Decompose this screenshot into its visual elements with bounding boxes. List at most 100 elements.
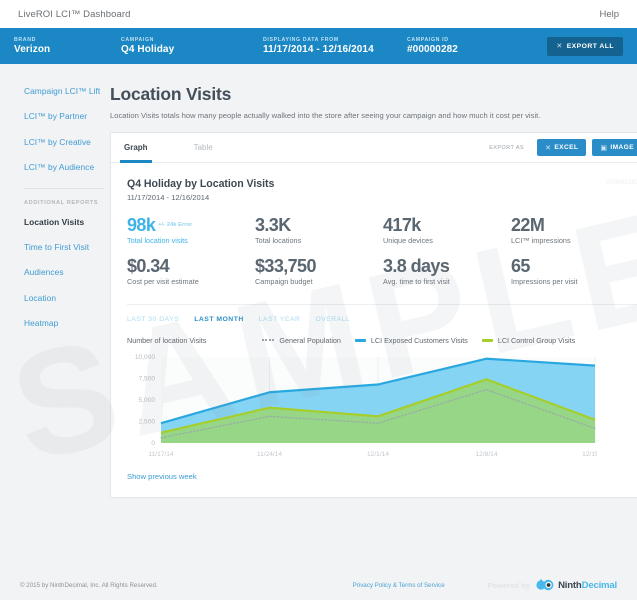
kpi-label: Avg. time to first visit <box>383 276 450 286</box>
date-range-value: 11/17/2014 - 12/16/2014 <box>263 44 374 55</box>
kpi-total-locations: 3.3K Total locations <box>255 216 383 245</box>
top-bar: LiveROI LCI™ Dashboard Help <box>0 0 637 28</box>
kpi-value: 417k <box>383 215 421 235</box>
campaign-label: CAMPAIGN <box>121 37 155 43</box>
kpi-error: +/- 24k Error <box>158 222 193 228</box>
export-all-label: EXPORT ALL <box>566 42 614 50</box>
sidebar-item-location[interactable]: Location <box>24 293 104 303</box>
kpi-label: Total location visits <box>127 235 188 245</box>
brand-label: BRAND <box>14 37 36 43</box>
legend-item-general-population: General Population <box>262 336 341 345</box>
range-overall[interactable]: OVERALL <box>315 316 350 323</box>
chart-x-tick: 12/1/14 <box>367 451 389 458</box>
kpi-value: 3.8 days <box>383 255 450 276</box>
excel-icon: ✕ <box>556 43 563 50</box>
legend-label: General Population <box>279 335 341 345</box>
date-range-label: DISPLAYING DATA FROM <box>263 37 339 43</box>
card-tab-bar: Graph Table EXPORT AS ✕ EXCEL ▣ IMAGE <box>111 133 637 163</box>
sidebar-item-lci-by-audience[interactable]: LCI™ by Audience <box>24 162 104 172</box>
campaign-field: CAMPAIGN Q4 Holiday <box>121 37 263 55</box>
kpi-label: LCI™ impressions <box>511 235 571 245</box>
chart-y-axis-title: Number of location Visits <box>127 335 207 345</box>
chart-y-tick: 0 <box>151 440 155 447</box>
campaign-value: Q4 Holiday <box>121 44 175 55</box>
range-last-month[interactable]: LAST MONTH <box>194 316 244 323</box>
report-date-range: 11/17/2014 - 12/16/2014 <box>127 193 210 202</box>
chart-x-tick: 11/17/14 <box>148 451 174 458</box>
legend-swatch-dotted-icon <box>262 339 275 342</box>
footer-powered-by: Powered by NinthDecimal <box>487 579 617 591</box>
legend-swatch-icon <box>354 338 366 342</box>
main-content: Location Visits Location Visits totals h… <box>104 64 637 570</box>
export-all-button[interactable]: ✕ EXPORT ALL <box>547 36 623 56</box>
legend-swatch-icon <box>481 338 493 342</box>
sidebar-item-time-to-first-visit[interactable]: Time to First Visit <box>24 242 104 252</box>
card-campaign-id-watermark: #00000282 <box>606 179 637 186</box>
sidebar-item-audiences[interactable]: Audiences <box>24 267 104 277</box>
tab-graph[interactable]: Graph <box>120 133 152 163</box>
sidebar: Campaign LCI™ Lift LCI™ by Partner LCI™ … <box>0 64 104 570</box>
sidebar-item-heatmap[interactable]: Heatmap <box>24 318 104 328</box>
kpi-label: Unique devices <box>383 235 433 245</box>
sidebar-item-campaign-lci-lift[interactable]: Campaign LCI™ Lift <box>24 86 104 96</box>
chart-x-tick: 11/24/14 <box>257 451 283 458</box>
kpi-campaign-budget: $33,750 Campaign budget <box>255 255 383 286</box>
show-previous-week-link[interactable]: Show previous week <box>127 472 197 497</box>
dashboard-page: LiveROI LCI™ Dashboard Help BRAND Verizo… <box>0 0 637 600</box>
kpi-value: 3.3K <box>255 215 291 235</box>
campaign-id-value: #00000282 <box>407 44 458 55</box>
sidebar-section-label: ADDITIONAL REPORTS <box>24 199 99 206</box>
chart-y-tick: 7,500 <box>138 375 155 382</box>
legend-item-lci-exposed: LCI Exposed Customers Visits <box>354 335 468 345</box>
report-card: Graph Table EXPORT AS ✕ EXCEL ▣ IMAGE #0… <box>110 132 637 498</box>
legend-label: LCI Exposed Customers Visits <box>370 335 468 345</box>
brand-value: Verizon <box>14 44 51 55</box>
export-image-button[interactable]: ▣ IMAGE <box>592 139 637 156</box>
range-last-year[interactable]: LAST YEAR <box>259 316 301 323</box>
range-last-30-days[interactable]: LAST 30 DAYS <box>127 316 179 323</box>
chart-svg: 0 2,500 5,000 7,500 10,000 11/17/14 11/24/14 12… <box>135 354 597 458</box>
footer-privacy-link[interactable]: Privacy Policy & Terms of Service <box>353 582 445 589</box>
kpi-impressions-per-visit: 65 Impressions per visit <box>511 255 637 286</box>
chart-y-tick: 10,000 <box>135 354 156 361</box>
kpi-value: 98k +/- 24k Error <box>127 215 193 235</box>
chart-legend: Number of location Visits General Popula… <box>127 336 637 345</box>
kpi-grid: 98k +/- 24k Error Total location visits 3… <box>127 216 637 286</box>
kpi-label: Campaign budget <box>255 276 313 286</box>
export-excel-button[interactable]: ✕ EXCEL <box>537 139 587 156</box>
kpi-label: Impressions per visit <box>511 276 578 286</box>
campaign-id-label: CAMPAIGN ID <box>407 37 449 43</box>
chart-y-tick: 5,000 <box>138 397 155 404</box>
campaign-id-field: CAMPAIGN ID #00000282 <box>407 37 517 55</box>
kpi-value: $33,750 <box>255 255 316 276</box>
tab-table[interactable]: Table <box>194 133 213 163</box>
chart-x-tick: 12/15/14 <box>582 451 597 458</box>
sidebar-item-location-visits[interactable]: Location Visits <box>24 217 104 227</box>
kpi-row: 98k +/- 24k Error Total location visits 3… <box>127 216 637 245</box>
export-image-label: IMAGE <box>610 144 634 151</box>
card-body: #00000282 Q4 Holiday by Location Visits … <box>111 163 637 497</box>
page-description: Location Visits totals how many people a… <box>110 111 541 120</box>
sidebar-item-lci-by-partner[interactable]: LCI™ by Partner <box>24 111 104 121</box>
body-wrapper: Campaign LCI™ Lift LCI™ by Partner LCI™ … <box>0 64 637 570</box>
chart-y-tick: 2,500 <box>138 418 155 425</box>
kpi-label: Total locations <box>255 235 302 245</box>
brand-field: BRAND Verizon <box>14 37 121 55</box>
sidebar-divider <box>24 187 104 189</box>
ninthdecimal-wordmark: NinthDecimal <box>558 579 617 591</box>
sidebar-item-lci-by-creative[interactable]: LCI™ by Creative <box>24 137 104 147</box>
export-as-label: EXPORT AS <box>489 144 525 151</box>
kpi-row: $0.34 Cost per visit estimate $33,750 Ca… <box>127 255 637 286</box>
help-link[interactable]: Help <box>599 9 619 20</box>
date-range-field: DISPLAYING DATA FROM 11/17/2014 - 12/16/… <box>263 37 407 55</box>
range-selector: LAST 30 DAYS LAST MONTH LAST YEAR OVERAL… <box>127 303 637 323</box>
legend-items: General Population LCI Exposed Customers… <box>262 336 575 345</box>
app-title: LiveROI LCI™ Dashboard <box>18 8 131 20</box>
campaign-bar: BRAND Verizon CAMPAIGN Q4 Holiday DISPLA… <box>0 28 637 64</box>
excel-icon: ✕ <box>545 144 552 152</box>
legend-item-lci-control: LCI Control Group Visits <box>481 336 575 345</box>
kpi-value: 65 <box>511 255 530 276</box>
kpi-cost-per-visit: $0.34 Cost per visit estimate <box>127 256 255 285</box>
report-title: Q4 Holiday by Location Visits <box>127 178 275 190</box>
export-excel-label: EXCEL <box>554 144 579 151</box>
